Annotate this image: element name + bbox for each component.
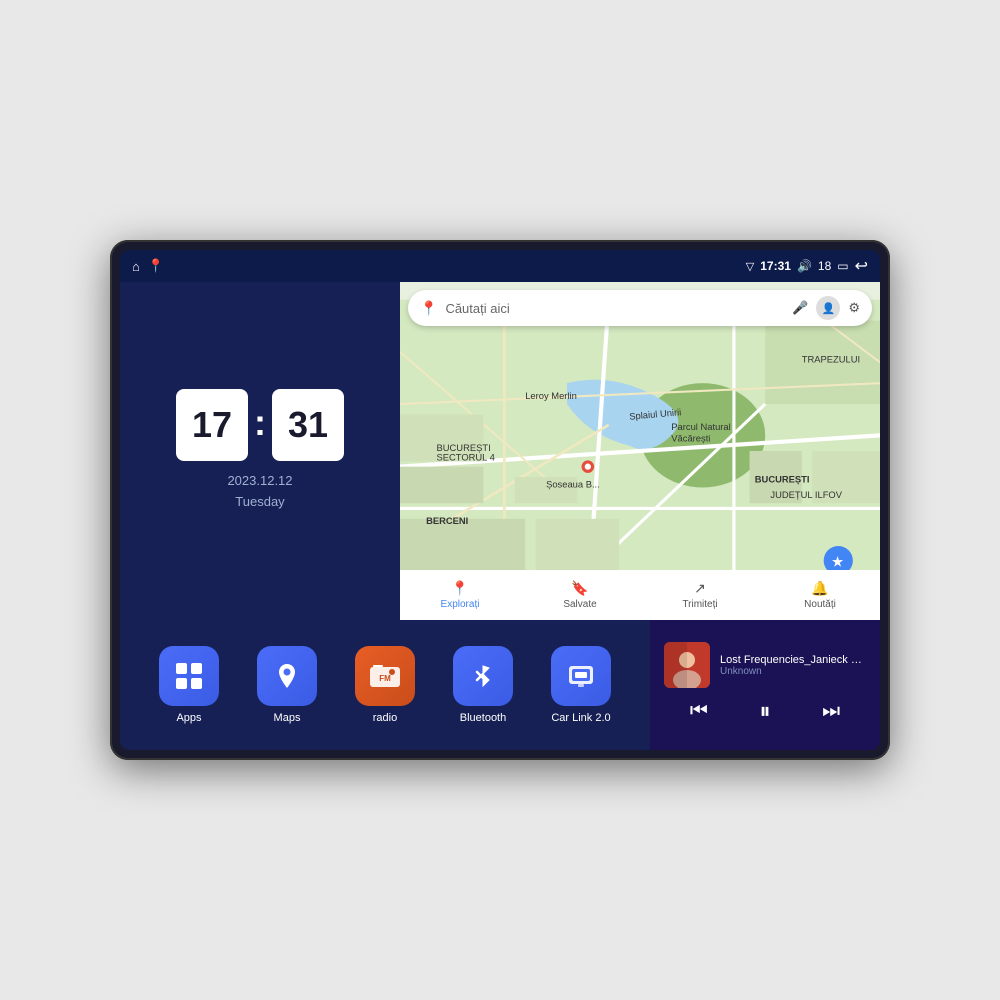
music-play-button[interactable]: ⏸ bbox=[755, 694, 774, 728]
status-left: ⌂ 📍 bbox=[132, 258, 164, 274]
app-item-apps[interactable]: Apps bbox=[159, 646, 219, 724]
share-icon: ↗ bbox=[694, 580, 706, 597]
map-nav-saved[interactable]: 🔖 Salvate bbox=[520, 580, 640, 610]
carlink-label: Car Link 2.0 bbox=[551, 712, 610, 724]
news-icon: 🔔 bbox=[811, 580, 828, 597]
svg-text:Parcul Natural: Parcul Natural bbox=[671, 421, 730, 432]
svg-text:★: ★ bbox=[832, 555, 844, 569]
volume-icon: 🔊 bbox=[797, 259, 812, 273]
clock-widget: 17 : 31 2023.12.12 Tuesday bbox=[120, 282, 400, 620]
svg-text:FM: FM bbox=[379, 674, 391, 683]
map-settings-icon[interactable]: ⚙ bbox=[848, 300, 860, 316]
music-next-button[interactable]: ⏭ bbox=[818, 696, 844, 727]
map-avatar[interactable]: 👤 bbox=[816, 296, 840, 320]
clock-date: 2023.12.12 Tuesday bbox=[227, 471, 292, 513]
svg-text:Văcărești: Văcărești bbox=[671, 433, 710, 444]
music-prev-button[interactable]: ⏮ bbox=[686, 696, 712, 727]
clock-minutes: 31 bbox=[272, 389, 344, 461]
app-item-carlink[interactable]: Car Link 2.0 bbox=[551, 646, 611, 724]
app-item-maps[interactable]: Maps bbox=[257, 646, 317, 724]
bottom-row: Apps Maps bbox=[120, 620, 880, 750]
maps-label: Maps bbox=[274, 712, 301, 724]
music-text: Lost Frequencies_Janieck Devy-... Unknow… bbox=[720, 654, 866, 677]
app-item-radio[interactable]: FM radio bbox=[355, 646, 415, 724]
maps-icon-bg bbox=[257, 646, 317, 706]
map-search-text: Căutați aici bbox=[445, 301, 784, 316]
map-bottom-bar: 📍 Explorați 🔖 Salvate ↗ Trimiteți 🔔 bbox=[400, 570, 880, 620]
screen: ⌂ 📍 ▽ 17:31 🔊 18 ▭ ↩ 17 : bbox=[120, 250, 880, 750]
svg-text:TRAPEZULUI: TRAPEZULUI bbox=[802, 353, 860, 364]
top-row: 17 : 31 2023.12.12 Tuesday bbox=[120, 282, 880, 620]
map-voice-icon[interactable]: 🎤 bbox=[792, 300, 808, 316]
clock-colon: : bbox=[254, 402, 266, 444]
svg-text:JUDEȚUL ILFOV: JUDEȚUL ILFOV bbox=[770, 489, 842, 500]
map-nav-news[interactable]: 🔔 Noutăți bbox=[760, 580, 880, 610]
map-widget[interactable]: BERCENI BUCUREȘTI JUDEȚUL ILFOV TRAPEZUL… bbox=[400, 282, 880, 620]
map-search-bar[interactable]: 📍 Căutați aici 🎤 👤 ⚙ bbox=[408, 290, 872, 326]
map-pin-icon: 📍 bbox=[420, 300, 437, 317]
status-bar: ⌂ 📍 ▽ 17:31 🔊 18 ▭ ↩ bbox=[120, 250, 880, 282]
explore-icon: 📍 bbox=[451, 580, 468, 597]
news-label: Noutăți bbox=[804, 599, 836, 610]
explore-label: Explorați bbox=[441, 599, 480, 610]
svg-text:BUCUREȘTI: BUCUREȘTI bbox=[755, 473, 810, 484]
map-nav-explore[interactable]: 📍 Explorați bbox=[400, 580, 520, 610]
radio-label: radio bbox=[373, 712, 397, 724]
svg-text:Șoseaua B...: Șoseaua B... bbox=[546, 479, 600, 490]
radio-icon-bg: FM bbox=[355, 646, 415, 706]
music-artist: Unknown bbox=[720, 666, 866, 677]
home-icon[interactable]: ⌂ bbox=[132, 259, 140, 274]
status-right: ▽ 17:31 🔊 18 ▭ ↩ bbox=[746, 256, 868, 276]
carlink-icon-bg bbox=[551, 646, 611, 706]
clock-display: 17 : 31 bbox=[176, 389, 344, 461]
signal-icon: ▽ bbox=[746, 260, 754, 273]
svg-text:Leroy Merlin: Leroy Merlin bbox=[525, 390, 577, 401]
back-icon[interactable]: ↩ bbox=[855, 256, 868, 276]
album-art-image bbox=[664, 642, 710, 688]
status-time: 17:31 bbox=[760, 259, 791, 273]
music-album-art bbox=[664, 642, 710, 688]
music-title: Lost Frequencies_Janieck Devy-... bbox=[720, 654, 866, 666]
music-controls: ⏮ ⏸ ⏭ bbox=[664, 694, 866, 728]
music-player: Lost Frequencies_Janieck Devy-... Unknow… bbox=[650, 620, 880, 750]
app-item-bluetooth[interactable]: Bluetooth bbox=[453, 646, 513, 724]
saved-icon: 🔖 bbox=[571, 580, 588, 597]
bluetooth-label: Bluetooth bbox=[460, 712, 506, 724]
battery-level: 18 bbox=[818, 259, 831, 273]
apps-section: Apps Maps bbox=[120, 620, 650, 750]
map-nav-share[interactable]: ↗ Trimiteți bbox=[640, 580, 760, 610]
svg-text:SECTORUL 4: SECTORUL 4 bbox=[437, 451, 495, 462]
saved-label: Salvate bbox=[563, 599, 596, 610]
music-info-row: Lost Frequencies_Janieck Devy-... Unknow… bbox=[664, 642, 866, 688]
battery-icon: ▭ bbox=[837, 259, 848, 273]
device: ⌂ 📍 ▽ 17:31 🔊 18 ▭ ↩ 17 : bbox=[110, 240, 890, 760]
maps-shortcut-icon[interactable]: 📍 bbox=[148, 258, 164, 274]
apps-label: Apps bbox=[176, 712, 201, 724]
clock-hours: 17 bbox=[176, 389, 248, 461]
svg-text:BERCENI: BERCENI bbox=[426, 515, 468, 526]
main-content: 17 : 31 2023.12.12 Tuesday bbox=[120, 282, 880, 750]
bluetooth-icon-bg bbox=[453, 646, 513, 706]
share-label: Trimiteți bbox=[682, 599, 717, 610]
apps-icon-bg bbox=[159, 646, 219, 706]
